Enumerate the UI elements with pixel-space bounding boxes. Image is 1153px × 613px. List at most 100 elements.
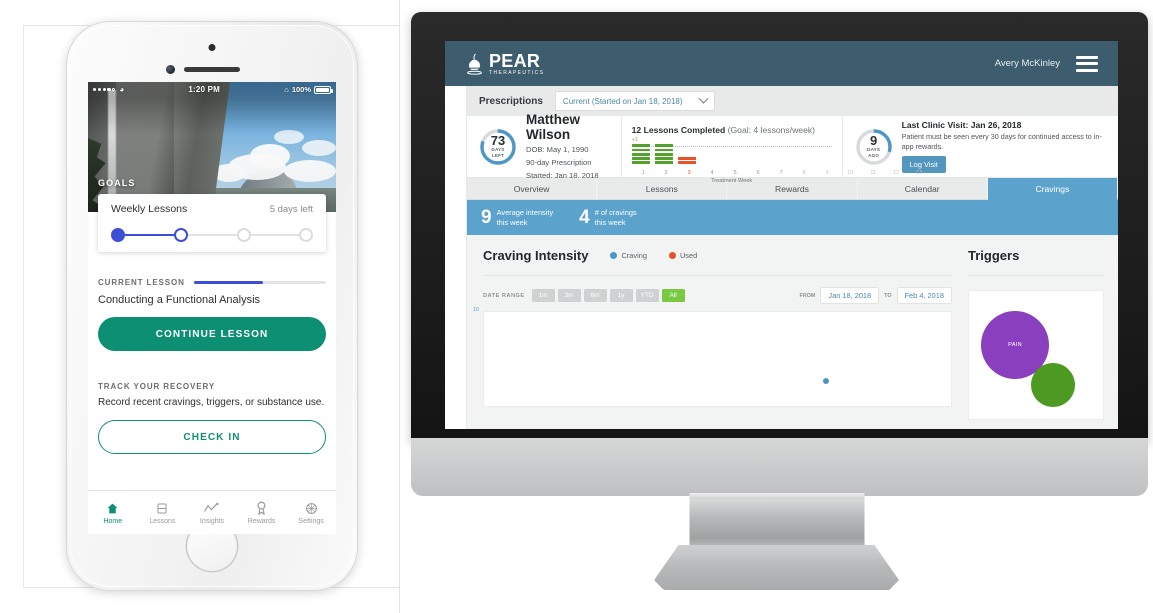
week-tick-7: 7 [779,170,783,176]
track-recovery-section: TRACK YOUR RECOVERY Record recent cravin… [98,382,326,454]
legend-used-swatch [668,252,676,259]
lesson-progress-bar [193,281,326,284]
days-ago-ring: 9 DAYS AGO [855,128,893,166]
stat-craving-count-value: 4 [579,207,590,228]
week-tick-3: 3 [687,170,691,176]
craving-panel-header: Craving Intensity Craving Used [483,248,952,263]
app-body: Prescriptions Current (Started on Jan 18… [445,86,1118,429]
app-content: Prescriptions Current (Started on Jan 18… [467,86,1118,429]
days-ago-text: 9 DAYS AGO [855,128,893,166]
medal-icon [256,500,267,516]
legend-craving-swatch [610,252,618,259]
goal-card-header: Weekly Lessons 5 days left [111,203,313,215]
status-time: 1:20 PM [188,85,221,94]
status-right: ⌂ 100% [284,85,333,94]
week-tick-4: 4 [710,170,714,176]
stepper-dot-3[interactable] [237,228,251,242]
chevron-down-icon [698,93,709,104]
home-icon [106,500,119,516]
continue-lesson-button[interactable]: CONTINUE LESSON [98,317,326,351]
monitor-stand-neck [689,493,864,553]
brand-text: PEAR THERAPEUTICS [489,52,544,76]
earpiece-speaker [184,67,240,72]
desktop-showcase-panel: PEAR THERAPEUTICS Avery McKinley Prescri… [400,0,1153,613]
cravings-content: Craving Intensity Craving Used DATE RANG… [467,235,1118,429]
book-icon [156,500,168,516]
gear-icon [305,500,318,516]
prescriptions-label: Prescriptions [479,95,543,107]
monitor-chin [411,438,1148,496]
stepper-dot-2[interactable] [174,228,188,242]
stat-craving-count: 4 # of cravings this week [579,208,636,228]
app-header: PEAR THERAPEUTICS Avery McKinley [445,41,1118,86]
tab-calendar[interactable]: Calendar [857,178,988,200]
tab-home-label: Home [103,518,123,525]
brand-logo[interactable]: PEAR THERAPEUTICS [465,52,544,76]
last-visit-description: Patient must be seen every 30 days for c… [901,131,1102,151]
tab-overview[interactable]: Overview [467,178,598,200]
lessons-headline-bold: 12 Lessons Completed [631,125,726,135]
current-lesson-header: CURRENT LESSON [98,278,326,287]
smartphone-device: ◕ 1:20 PM ⌂ 100% GOALS Weekly Lessons 5 … [66,21,358,591]
range-3m[interactable]: 3m [557,289,581,302]
range-1m[interactable]: 1m [531,289,555,302]
monitor-screen: PEAR THERAPEUTICS Avery McKinley Prescri… [445,41,1118,429]
lessons-plus-label: +1 [631,137,638,143]
current-user-name[interactable]: Avery McKinley [995,58,1060,69]
cravings-stats-bar: 9 Average intensity this week 4 # of cra… [467,200,1118,235]
tab-settings[interactable]: Settings [289,500,333,525]
monitor-device: PEAR THERAPEUTICS Avery McKinley Prescri… [411,12,1148,442]
pear-logo-icon [467,53,482,75]
tab-cravings[interactable]: Cravings [987,178,1118,200]
lessons-bar-week-3 [677,157,696,164]
triggers-panel: Triggers PAIN [968,235,1118,429]
range-ytd[interactable]: YTD [635,289,659,302]
hero-overlay [88,82,336,212]
clinic-visit-widget: 9 DAYS AGO Last Clinic Visit: Jan 26, 20… [843,116,1118,178]
stepper-dot-4[interactable] [299,228,313,242]
triggers-bubble-chart[interactable]: PAIN [968,290,1104,420]
craving-plot-area[interactable] [483,311,952,407]
stepper-dot-1[interactable] [111,228,125,242]
range-6m[interactable]: 6m [583,289,607,302]
from-date-input[interactable]: Jan 18, 2018 [820,287,880,304]
prescription-select[interactable]: Current (Started on Jan 18, 2018) [554,91,715,111]
prescription-selected-value: Current (Started on Jan 18, 2018) [562,96,683,106]
stat-average-intensity-value: 9 [481,207,492,228]
lessons-bar-week-1 [631,144,650,164]
patient-prescription: 90-day Prescription [526,158,592,167]
divider [968,275,1104,276]
days-left-line2: LEFT [491,153,505,158]
hamburger-icon[interactable] [1076,55,1098,72]
goal-title: Weekly Lessons [111,203,188,215]
days-ago-line2: AGO [868,153,880,158]
craving-data-point[interactable] [823,378,829,384]
goal-stepper[interactable] [111,228,313,242]
tab-insights-label: Insights [199,518,225,525]
week-tick-12: 12 [893,170,900,176]
tab-lessons-label: Lessons [149,518,176,525]
to-date-input[interactable]: Feb 4, 2018 [896,287,952,304]
bluetooth-icon: ⌂ [284,85,289,94]
craving-intensity-panel: Craving Intensity Craving Used DATE RANG… [467,235,968,429]
date-range-row: DATE RANGE 1m 3m 6m 1y YTD All FROM Jan … [483,287,952,304]
left-rail [445,86,467,429]
phone-tab-bar: Home Lessons Insights Rewards Settings [88,490,336,534]
lessons-bar-chart: +1 1 2 3 4 5 6 7 8 9 10 11 12 13 Treatme… [631,137,922,184]
check-in-button[interactable]: CHECK IN [98,420,326,454]
days-left-text: 73 DAYS LEFT [479,128,517,166]
stepper-fill [118,234,181,236]
tab-rewards[interactable]: Rewards [240,500,284,525]
stat-craving-count-label: # of cravings this week [595,208,637,228]
week-tick-8: 8 [802,170,806,176]
range-all[interactable]: All [661,289,685,302]
legend-used: Used [668,251,697,260]
stat-line1: Average intensity [496,207,554,217]
tab-lessons[interactable]: Lessons [140,500,184,525]
week-tick-10: 10 [847,170,854,176]
trigger-bubble-secondary[interactable] [1031,363,1075,407]
battery-percent: 100% [291,85,311,94]
tab-home[interactable]: Home [91,500,135,525]
tab-insights[interactable]: Insights [190,500,234,525]
range-1y[interactable]: 1y [609,289,633,302]
